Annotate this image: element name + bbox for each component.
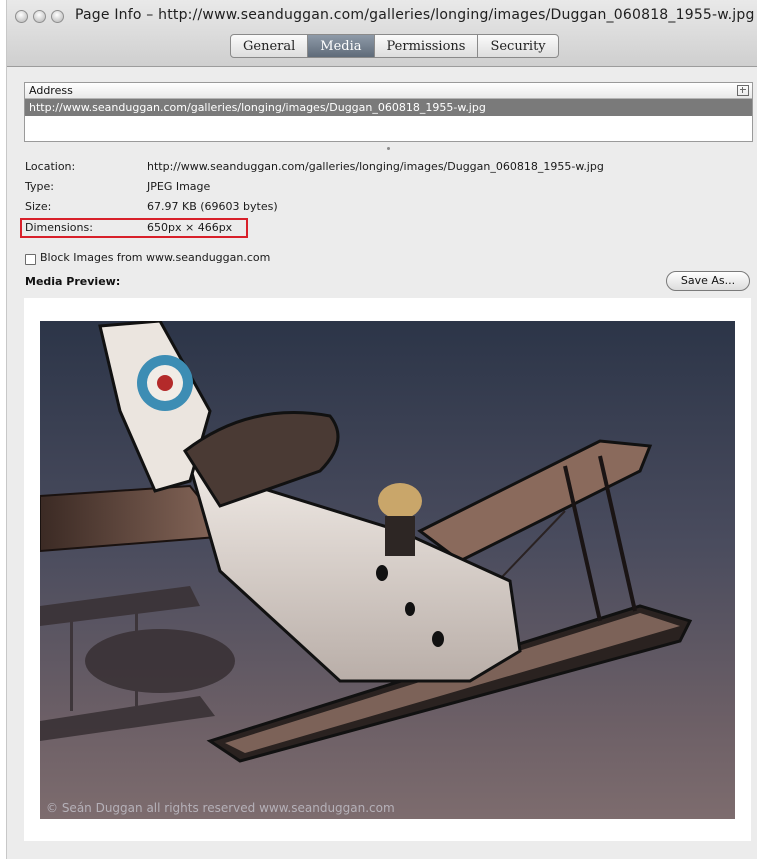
minimize-window-button[interactable] (33, 10, 46, 23)
address-column-header[interactable]: Address (25, 83, 752, 99)
tab-media[interactable]: Media (308, 35, 375, 57)
address-row-selected[interactable]: http://www.seanduggan.com/galleries/long… (25, 99, 752, 116)
type-value: JPEG Image (147, 180, 211, 193)
location-value: http://www.seanduggan.com/galleries/long… (147, 160, 604, 173)
column-picker-icon[interactable] (737, 85, 749, 96)
title-bar: Page Info – http://www.seanduggan.com/ga… (7, 0, 757, 67)
preview-image: © Seán Duggan all rights reserved www.se… (40, 321, 735, 819)
page-info-window: Page Info – http://www.seanduggan.com/ga… (6, 0, 757, 859)
save-as-button[interactable]: Save As... (666, 271, 750, 291)
media-preview-area: © Seán Duggan all rights reserved www.se… (24, 298, 751, 841)
tab-security[interactable]: Security (478, 35, 557, 57)
block-images-checkbox[interactable] (25, 254, 36, 265)
media-preview-label: Media Preview: (25, 275, 121, 288)
close-window-button[interactable] (15, 10, 28, 23)
splitter-handle[interactable] (387, 147, 390, 150)
block-images-label[interactable]: Block Images from www.seanduggan.com (40, 251, 270, 264)
window-title: Page Info – http://www.seanduggan.com/ga… (75, 7, 755, 23)
address-list[interactable]: Address http://www.seanduggan.com/galler… (24, 82, 753, 142)
location-label: Location: (25, 160, 76, 173)
dimensions-highlight-box (20, 218, 248, 238)
photo-watermark: © Seán Duggan all rights reserved www.se… (46, 801, 395, 815)
address-column-label: Address (29, 84, 73, 97)
tab-permissions[interactable]: Permissions (375, 35, 479, 57)
zoom-window-button[interactable] (51, 10, 64, 23)
size-label: Size: (25, 200, 52, 213)
tab-general[interactable]: General (231, 35, 309, 57)
tab-bar: General Media Permissions Security (230, 34, 559, 58)
size-value: 67.97 KB (69603 bytes) (147, 200, 278, 213)
type-label: Type: (25, 180, 54, 193)
biplane-photo (40, 321, 735, 819)
